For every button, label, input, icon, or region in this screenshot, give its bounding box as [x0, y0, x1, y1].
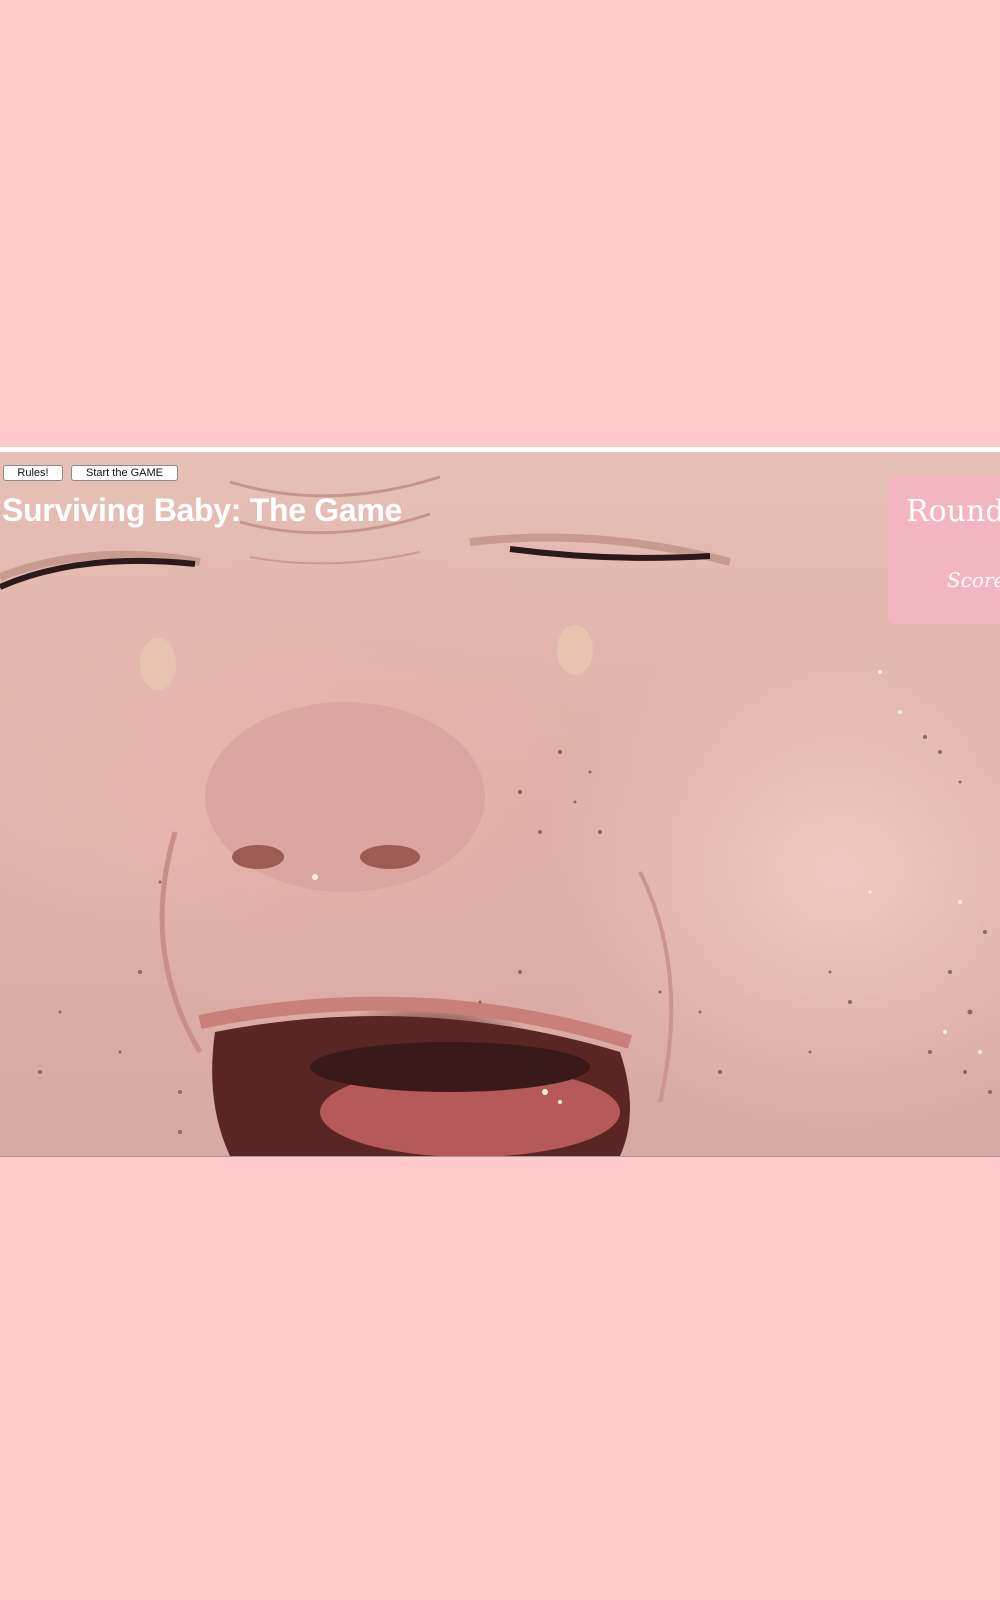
- game-stage: Rules! Start the GAME Surviving Baby: Th…: [0, 447, 1000, 1157]
- crying-baby-photo: [0, 475, 992, 1156]
- left-tear: [140, 638, 176, 690]
- tongue-shadow: [310, 1042, 590, 1092]
- round-score-panel: Round Score: [888, 476, 1000, 624]
- game-title: Surviving Baby: The Game: [2, 492, 403, 528]
- rules-button[interactable]: Rules!: [3, 465, 63, 481]
- left-nostril: [232, 845, 284, 869]
- right-nostril: [360, 845, 420, 869]
- round-label: Round: [906, 494, 1000, 529]
- score-label: Score: [947, 568, 1000, 592]
- forehead-wrinkle: [249, 551, 421, 565]
- top-controls: Rules! Start the GAME: [3, 465, 178, 481]
- cheek-crease: [638, 871, 674, 1103]
- start-game-button[interactable]: Start the GAME: [71, 465, 178, 481]
- right-tear: [557, 625, 593, 675]
- cheek-crease: [159, 831, 203, 1054]
